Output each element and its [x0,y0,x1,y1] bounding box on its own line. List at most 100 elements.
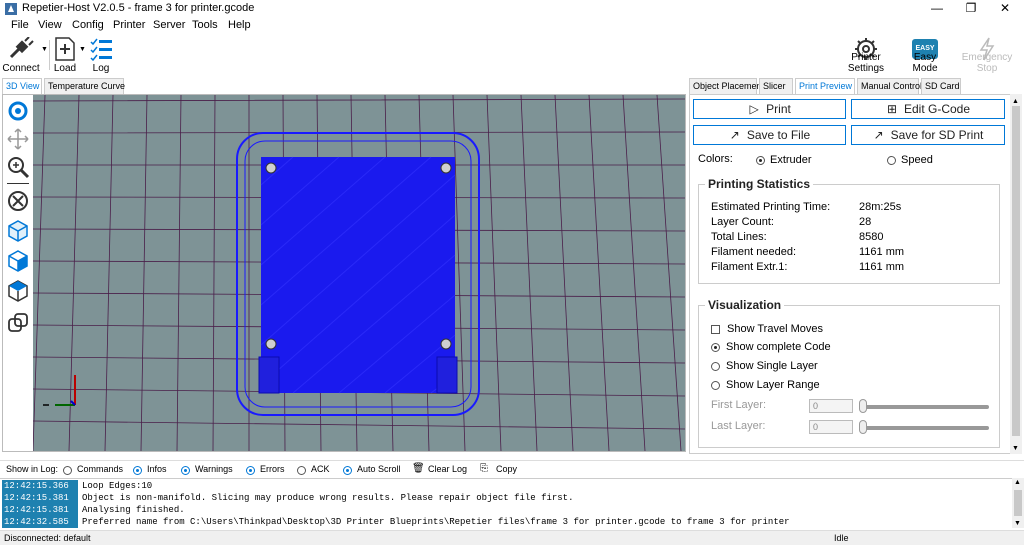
infos-toggle[interactable] [133,466,142,475]
printing-statistics-group: Printing Statistics Estimated Printing T… [698,177,1000,284]
show-travel-moves-label: Show Travel Moves [727,323,823,335]
print-preview-panel: ▷ Print ⊞ Edit G-Code ↗ Save to File ↗ Save … [689,94,1022,454]
menu-tools[interactable]: Tools [192,19,218,31]
bed-grid [32,95,685,451]
minimize-button[interactable]: — [920,0,954,18]
last-layer-input[interactable]: 0 [809,420,853,434]
ack-label: ACK [311,464,330,474]
show-layer-range-radio[interactable] [711,381,720,390]
panel-scrollbar[interactable]: ▲ ▼ [1010,94,1022,454]
menu-config[interactable]: Config [72,19,104,31]
show-complete-code-radio[interactable] [711,343,720,352]
rotate-view-icon[interactable] [6,99,30,123]
menu-help[interactable]: Help [228,19,251,31]
connect-dropdown[interactable]: ▼ [40,34,48,76]
tab-print-preview[interactable]: Print Preview [795,78,855,94]
ack-toggle[interactable] [297,466,306,475]
tab-3d-view[interactable]: 3D View [2,78,42,94]
emergency-stop-label: Emergency Stop [961,52,1013,74]
view-tools-sidebar [3,95,33,451]
color-extruder-radio[interactable] [756,156,765,165]
menu-printer[interactable]: Printer [113,19,145,31]
printer-settings-button[interactable]: Printer Settings [834,34,898,76]
tab-temperature-curve[interactable]: Temperature Curve [44,78,125,94]
color-speed-radio[interactable] [887,156,896,165]
log-list-icon [90,38,112,61]
tab-slicer[interactable]: Slicer [759,78,793,94]
menu-file[interactable]: File [11,19,29,31]
copy-button[interactable]: Copy [496,464,517,474]
chevron-down-icon: ▼ [79,46,86,53]
print-label: Print [766,102,791,116]
connect-button[interactable]: Connect [2,34,40,76]
trash-icon[interactable]: 🗑 [412,463,425,474]
close-button[interactable]: ✕ [988,0,1022,18]
copy-icon[interactable]: ⎘ [480,463,488,474]
log-message: Loop Edges:10 [82,481,153,491]
clear-log-button[interactable]: Clear Log [428,464,467,474]
last-layer-slider-thumb[interactable] [859,420,867,434]
scroll-thumb[interactable] [1014,490,1022,516]
visualization-group: Visualization Show Travel Moves Show com… [698,298,1000,448]
load-dropdown[interactable]: ▼ [78,34,86,76]
scroll-up-icon[interactable]: ▲ [1014,479,1021,486]
menu-view[interactable]: View [38,19,62,31]
easy-mode-button[interactable]: EASY Easy Mode [900,34,950,76]
scroll-thumb[interactable] [1012,106,1020,436]
auto-scroll-toggle[interactable] [343,466,352,475]
emergency-stop-button[interactable]: Emergency Stop [952,34,1022,76]
tab-object-placement[interactable]: Object Placement [689,78,764,94]
move-view-icon[interactable] [6,127,30,151]
title-bar: Repetier-Host V2.0.5 - frame 3 for print… [0,0,1024,18]
stat-key: Total Lines: [711,231,767,243]
log-button[interactable]: Log [87,34,115,76]
first-layer-label: First Layer: [711,399,767,411]
commands-toggle[interactable] [63,466,72,475]
last-layer-slider[interactable] [859,426,989,430]
tools-divider [7,183,29,184]
log-row: 12:42:15.381 Object is non-manifold. Slic… [2,492,573,504]
edit-gcode-button[interactable]: ⊞ Edit G-Code [851,99,1005,119]
3d-viewport[interactable] [2,94,686,452]
edit-gcode-label: Edit G-Code [903,102,971,116]
log-row: 12:42:15.366 Loop Edges:10 [2,480,152,492]
connect-label: Connect [2,63,40,74]
tab-sd-card[interactable]: SD Card [921,78,961,94]
menu-bar: File View Config Printer Server Tools He… [0,18,1024,34]
right-tabs: Object Placement Slicer Print Preview Ma… [689,78,1022,94]
log-scrollbar[interactable]: ▲ ▼ [1012,478,1024,528]
top-view-icon[interactable] [6,279,30,303]
save-sd-button[interactable]: ↗ Save for SD Print [851,125,1005,145]
first-layer-input[interactable]: 0 [809,399,853,413]
stat-value: 8580 [859,231,884,243]
menu-server[interactable]: Server [153,19,185,31]
show-travel-moves-checkbox[interactable] [711,325,720,334]
scroll-up-icon[interactable]: ▲ [1012,98,1019,105]
edit-file-icon: ⊞ [886,102,898,116]
right-panel: Object Placement Slicer Print Preview Ma… [689,78,1022,454]
toolbar: Connect ▼ Load ▼ Log Printer Settings EA… [0,34,1024,76]
tab-manual-control[interactable]: Manual Control [857,78,922,94]
scroll-down-icon[interactable]: ▼ [1014,520,1021,527]
commands-label: Commands [77,464,124,474]
save-to-file-button[interactable]: ↗ Save to File [693,125,846,145]
print-button[interactable]: ▷ Print [693,99,846,119]
first-layer-slider-thumb[interactable] [859,399,867,413]
scroll-down-icon[interactable]: ▼ [1012,445,1019,452]
copy-objects-icon[interactable] [6,311,30,335]
show-single-layer-radio[interactable] [711,362,720,371]
log-output[interactable]: 12:42:15.366 Loop Edges:10 12:42:15.381 Ob… [0,478,1024,528]
maximize-button[interactable]: ❐ [954,0,988,18]
warnings-toggle[interactable] [181,466,190,475]
iso-view-icon[interactable] [6,219,30,243]
fit-view-icon[interactable] [6,189,30,213]
save-sd-label: Save for SD Print [890,128,984,142]
load-button[interactable]: Load [52,34,78,76]
stat-key: Filament needed: [711,246,796,258]
connection-status: Disconnected: default [4,533,91,543]
first-layer-slider[interactable] [859,405,989,409]
log-timestamp: 12:42:32.585 [2,516,78,528]
zoom-icon[interactable] [6,155,30,179]
front-view-icon[interactable] [6,249,30,273]
errors-toggle[interactable] [246,466,255,475]
